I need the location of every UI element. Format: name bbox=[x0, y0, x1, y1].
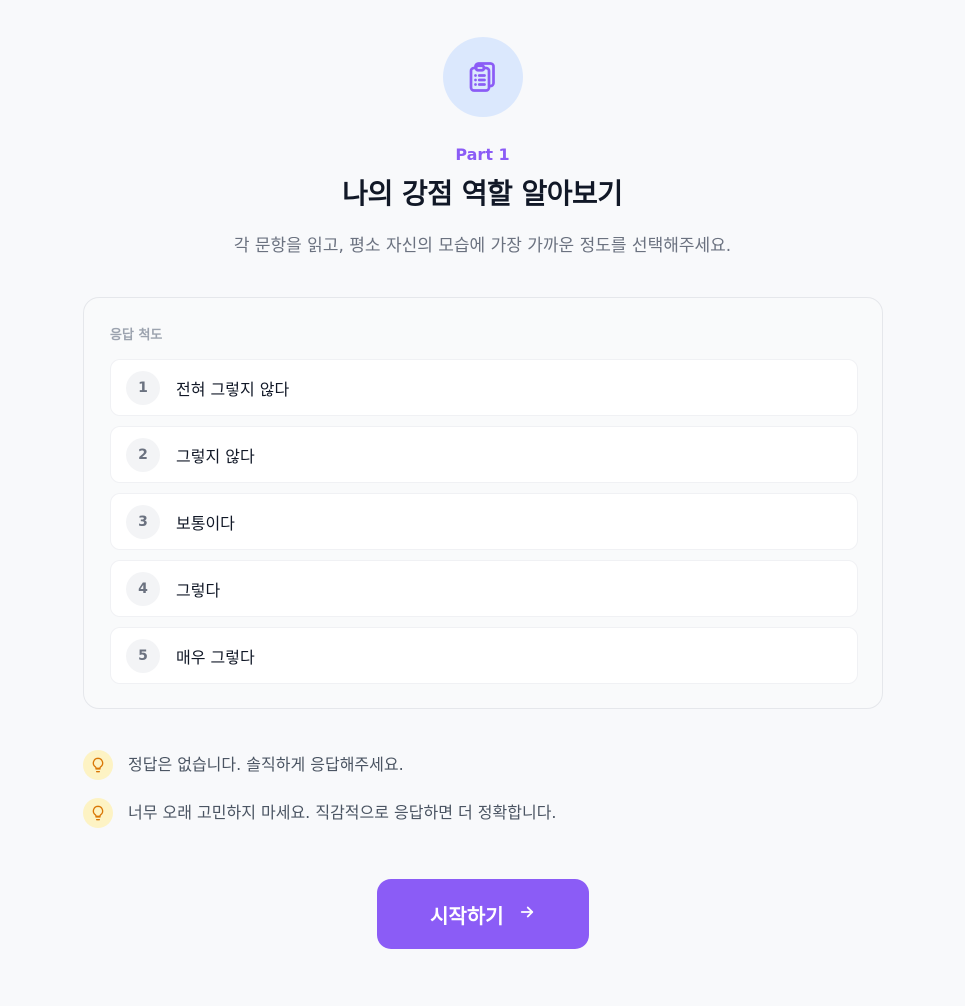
scale-label: 매우 그렇다 bbox=[176, 647, 255, 667]
start-button[interactable]: 시작하기 bbox=[377, 879, 589, 949]
clipboard-list-icon bbox=[443, 37, 523, 117]
page-title: 나의 강점 역할 알아보기 bbox=[342, 177, 623, 210]
scale-number-badge: 4 bbox=[126, 571, 160, 606]
scale-item-2: 2 그렇지 않다 bbox=[110, 426, 858, 483]
arrow-right-icon bbox=[518, 902, 536, 926]
lightbulb-icon bbox=[83, 798, 113, 828]
tip-item: 너무 오래 고민하지 마세요. 직감적으로 응답하면 더 정확합니다. bbox=[83, 798, 557, 828]
tip-text: 정답은 없습니다. 솔직하게 응답해주세요. bbox=[128, 755, 404, 774]
start-button-label: 시작하기 bbox=[430, 903, 504, 928]
scale-item-3: 3 보통이다 bbox=[110, 493, 858, 550]
scale-item-4: 4 그렇다 bbox=[110, 560, 858, 617]
scale-label: 전혀 그렇지 않다 bbox=[176, 379, 290, 399]
scale-item-1: 1 전혀 그렇지 않다 bbox=[110, 359, 858, 416]
page-subtitle: 각 문항을 읽고, 평소 자신의 모습에 가장 가까운 정도를 선택해주세요. bbox=[233, 236, 732, 256]
scale-number-badge: 1 bbox=[126, 370, 160, 405]
part-label: Part 1 bbox=[455, 145, 510, 164]
response-scale-heading: 응답 척도 bbox=[110, 328, 163, 343]
scale-label: 보통이다 bbox=[176, 513, 235, 533]
response-scale-card: 응답 척도 1 전혀 그렇지 않다 2 그렇지 않다 3 보통이다 4 그렇다 … bbox=[83, 297, 883, 709]
scale-number-badge: 3 bbox=[126, 504, 160, 539]
scale-number-badge: 5 bbox=[126, 638, 160, 673]
tip-text: 너무 오래 고민하지 마세요. 직감적으로 응답하면 더 정확합니다. bbox=[128, 803, 557, 822]
scale-label: 그렇지 않다 bbox=[176, 446, 255, 466]
scale-item-5: 5 매우 그렇다 bbox=[110, 627, 858, 684]
tip-item: 정답은 없습니다. 솔직하게 응답해주세요. bbox=[83, 750, 404, 780]
scale-number-badge: 2 bbox=[126, 437, 160, 472]
scale-label: 그렇다 bbox=[176, 580, 221, 600]
lightbulb-icon bbox=[83, 750, 113, 780]
assessment-intro-page: Part 1 나의 강점 역할 알아보기 각 문항을 읽고, 평소 자신의 모습… bbox=[0, 0, 965, 1006]
